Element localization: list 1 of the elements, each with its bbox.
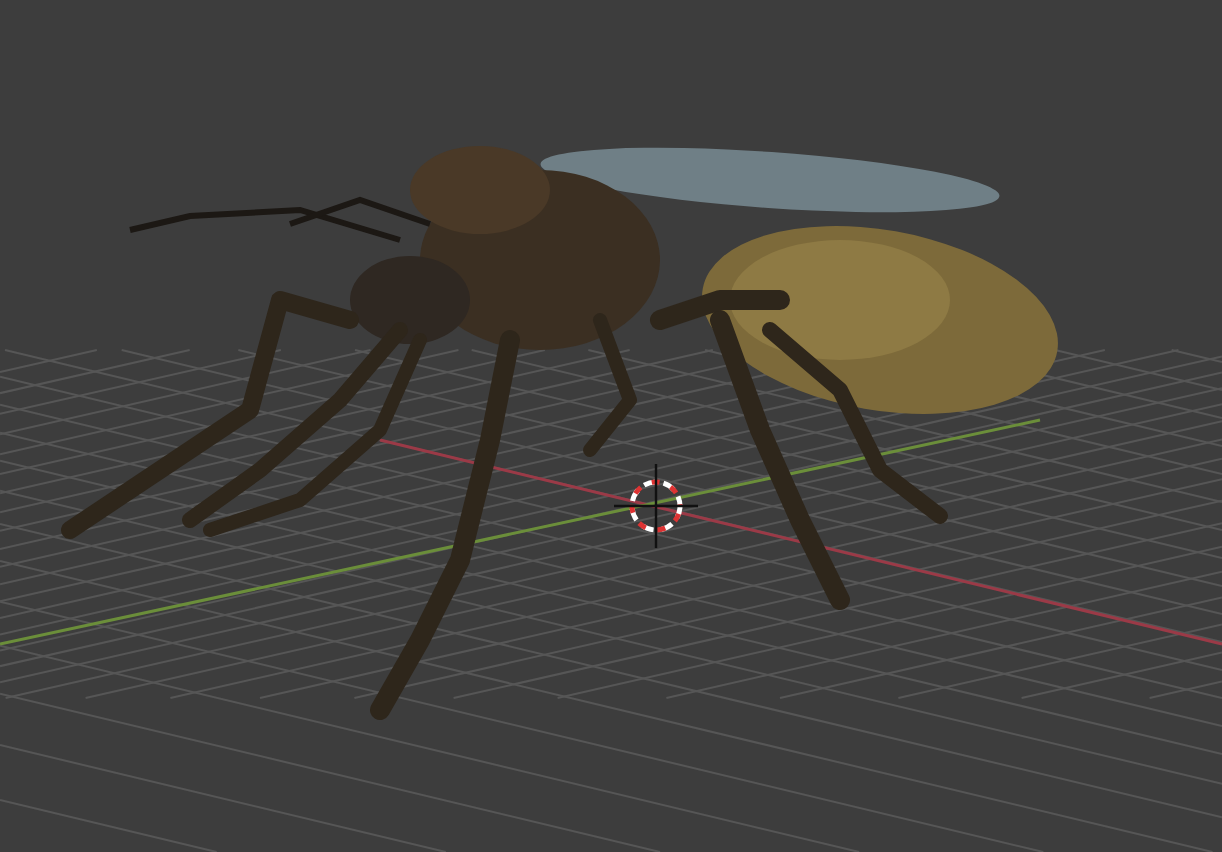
3d-cursor-icon[interactable] — [614, 464, 698, 548]
